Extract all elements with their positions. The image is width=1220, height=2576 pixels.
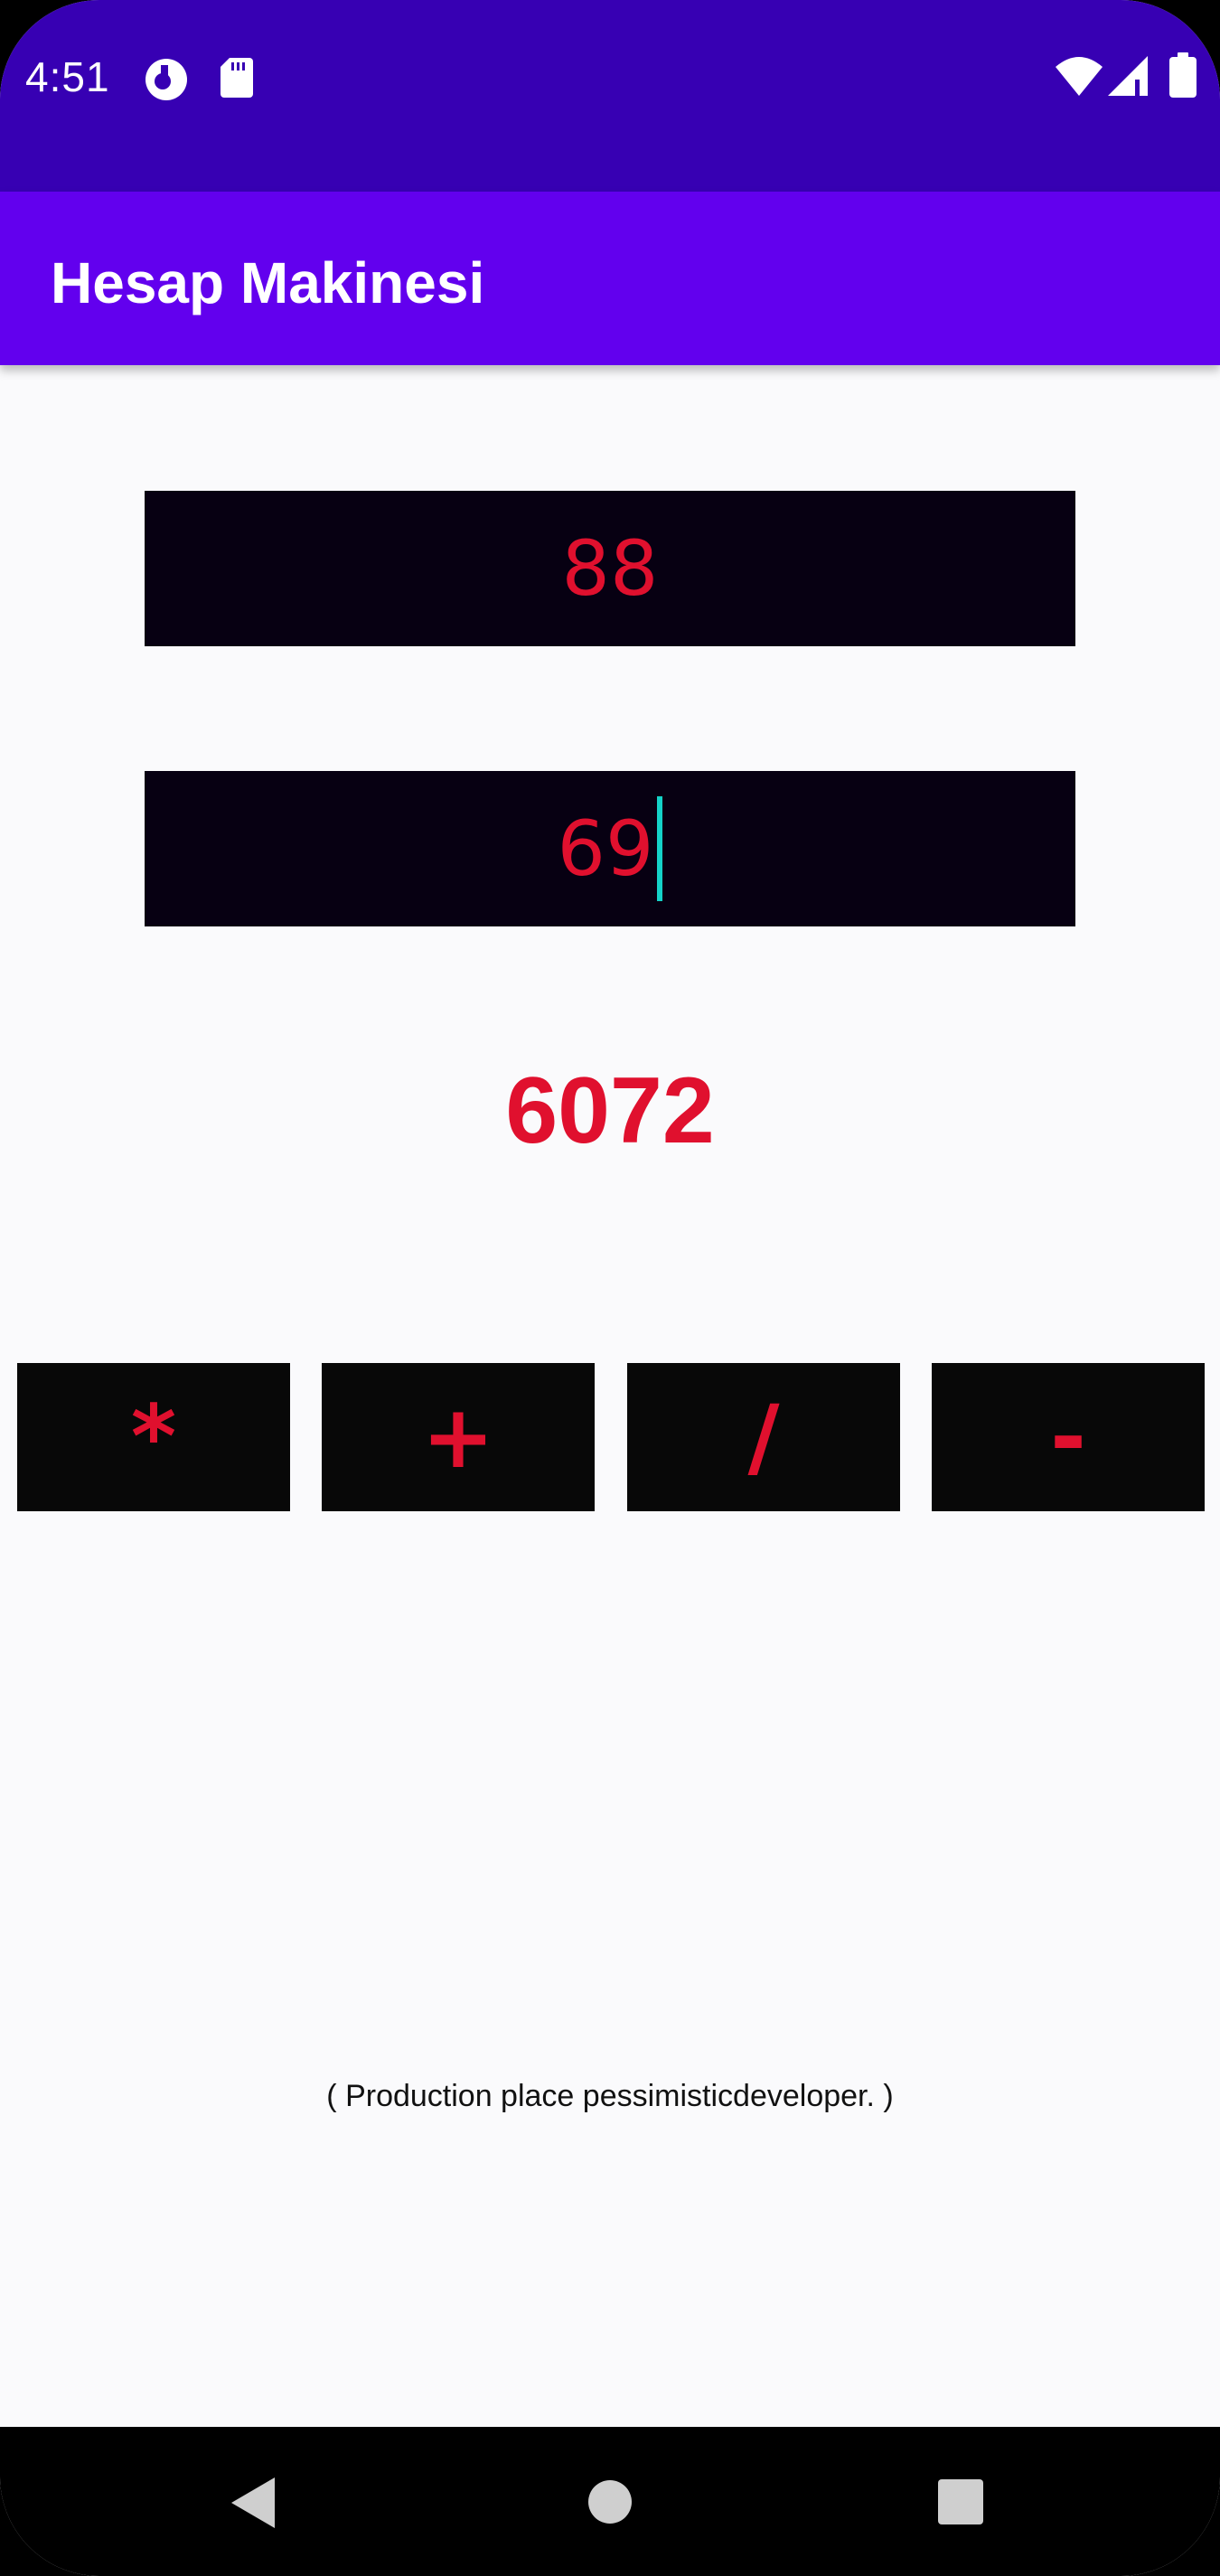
- recents-icon[interactable]: [938, 2479, 983, 2524]
- back-icon[interactable]: [231, 2477, 277, 2528]
- first-number-value: 88: [561, 524, 659, 613]
- second-number-input[interactable]: 69: [145, 771, 1075, 926]
- multiply-button[interactable]: *: [17, 1363, 290, 1511]
- wifi-icon: [1056, 57, 1103, 96]
- phone-screen: 4:51 Hesap Makinesi 88 69 6072 * + / - (…: [0, 0, 1220, 2576]
- status-bar: 4:51: [0, 0, 1220, 192]
- footer-note: ( Production place pessimisticdeveloper.…: [326, 2079, 894, 2113]
- navigation-bar: [0, 2427, 1220, 2576]
- signal-icon: [1108, 56, 1148, 96]
- add-button[interactable]: +: [322, 1363, 595, 1511]
- result-text: 6072: [505, 1058, 715, 1163]
- home-icon[interactable]: [587, 2479, 633, 2524]
- first-number-input[interactable]: 88: [145, 491, 1075, 646]
- status-time: 4:51: [25, 53, 110, 100]
- app-bar: Hesap Makinesi: [0, 192, 1220, 365]
- text-caret: [657, 796, 663, 901]
- second-number-value: 69: [557, 804, 654, 893]
- cast-icon: [145, 59, 187, 100]
- sd-card-icon: [221, 58, 253, 98]
- divide-button[interactable]: /: [627, 1363, 900, 1511]
- app-title: Hesap Makinesi: [51, 250, 485, 315]
- battery-icon: [1169, 52, 1197, 98]
- subtract-button[interactable]: -: [932, 1363, 1205, 1511]
